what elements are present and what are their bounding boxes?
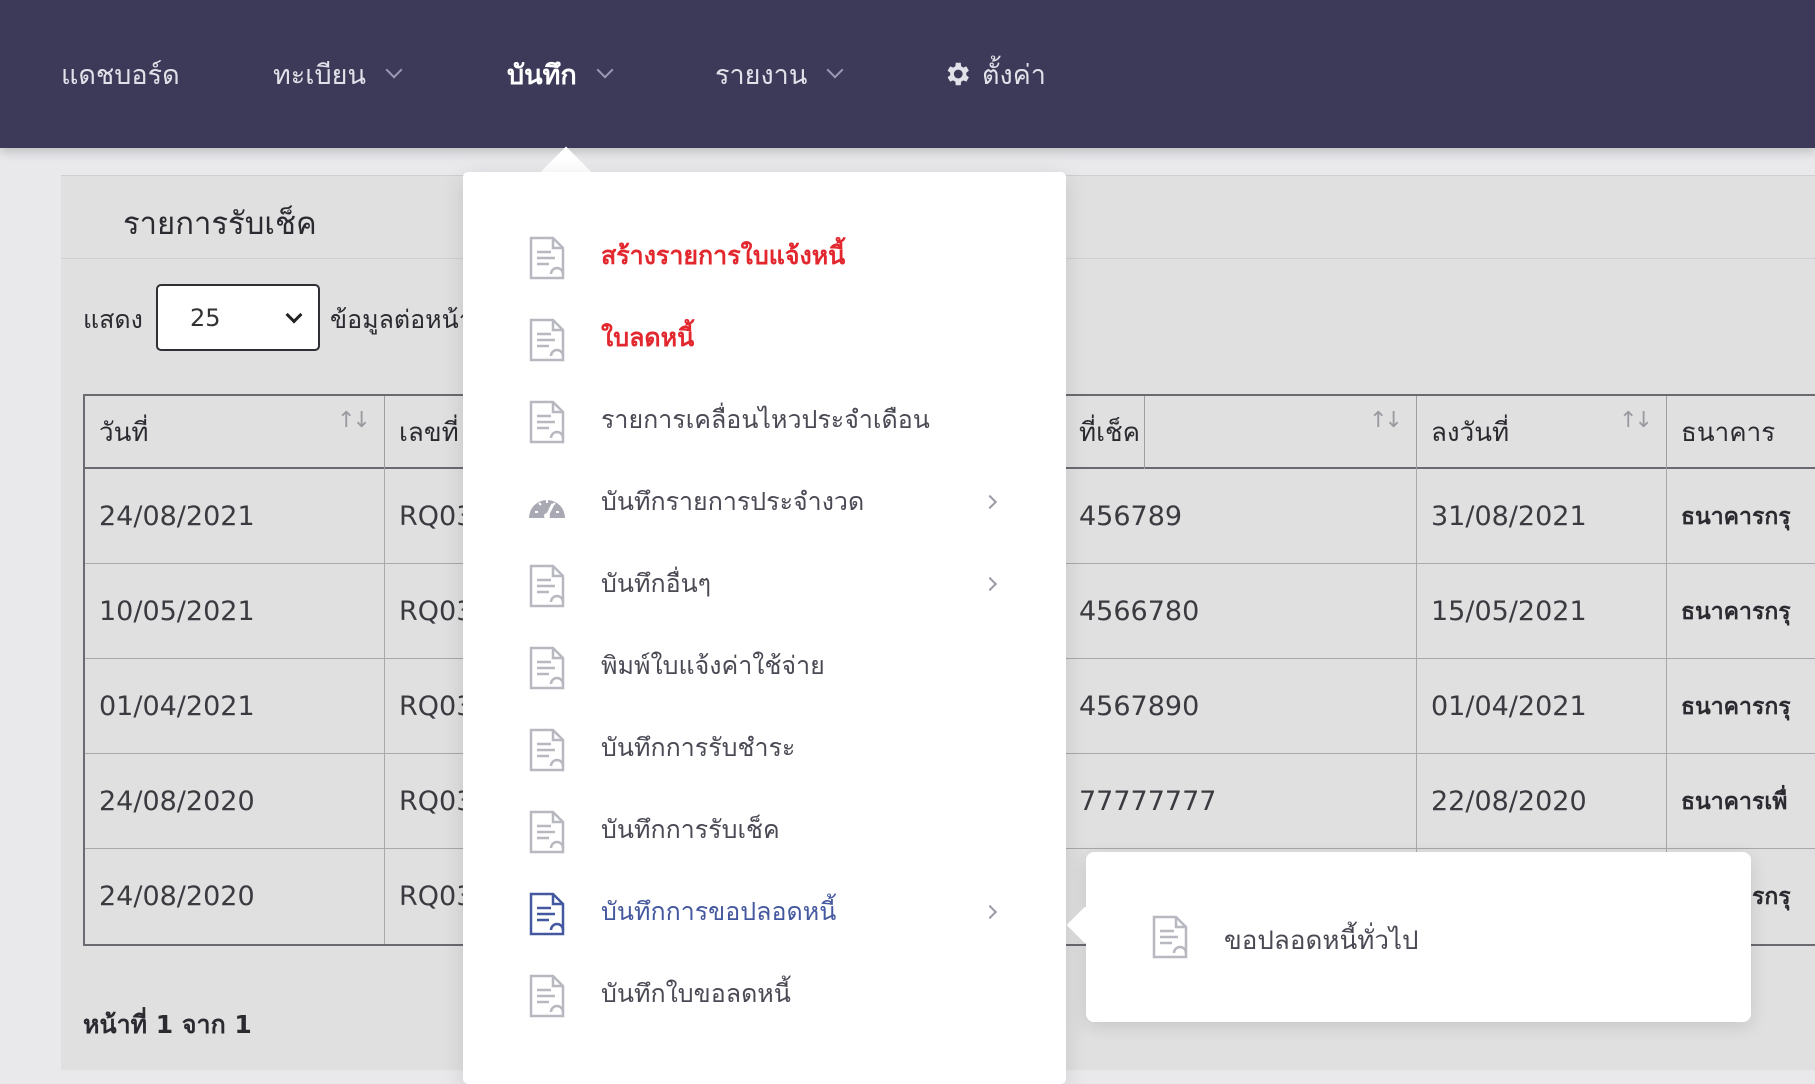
sort-icon: ↑↓ [1369, 408, 1403, 433]
cell-date: 24/08/2021 [85, 469, 385, 564]
column-header-label: วันที่ [99, 418, 149, 448]
chevron-down-icon [285, 306, 303, 324]
nav-reports-label: รายงาน [715, 59, 808, 91]
column-header-label: เลขที่ [399, 418, 459, 448]
gear-icon [947, 62, 969, 86]
column-header-due-date[interactable]: ลงวันที่ ↑↓ [1417, 396, 1667, 469]
document-icon [529, 646, 565, 690]
column-header-label: ธนาคาร [1681, 418, 1776, 448]
chevron-down-icon [826, 61, 844, 79]
submenu-item-label: ขอปลอดหนี้ทั่วไป [1224, 926, 1419, 956]
records-dropdown-menu: สร้างรายการใบแจ้งหนี้ใบลดหนี้รายการเคลื่… [463, 172, 1066, 1084]
sort-icon: ↑↓ [1619, 408, 1653, 433]
cell-due-date: 22/08/2020 [1417, 754, 1667, 849]
cell-cheque-number: 4566780 [1065, 564, 1417, 659]
chevron-down-icon [596, 61, 614, 79]
cell-date: 24/08/2020 [85, 754, 385, 849]
column-header-date[interactable]: วันที่ ↑↓ [85, 396, 385, 469]
menu-item-label: พิมพ์ใบแจ้งค่าใช้จ่าย [601, 651, 825, 680]
pagination-info: หน้าที่ 1 จาก 1 [83, 1010, 252, 1039]
nav-settings[interactable]: ตั้งค่า [942, 52, 1046, 96]
document-icon [529, 974, 565, 1018]
page-title: รายการรับเช็ค [123, 206, 317, 242]
menu-item-label: สร้างรายการใบแจ้งหนี้ [601, 241, 846, 270]
nav-records[interactable]: บันทึก [507, 52, 614, 96]
cell-due-date: 15/05/2021 [1417, 564, 1667, 659]
nav-settings-label: ตั้งค่า [982, 59, 1046, 91]
cell-cheque-number: 4567890 [1065, 659, 1417, 754]
cell-date: 10/05/2021 [85, 564, 385, 659]
nav-records-label: บันทึก [507, 59, 577, 91]
menu-item[interactable]: บันทึกใบขอลดหนี้ [463, 954, 1066, 1034]
column-header-cheque-number[interactable]: ที่เช็ค ↑↓ [1065, 396, 1417, 469]
document-icon [529, 564, 565, 608]
menu-item-label: บันทึกการรับเช็ค [601, 815, 780, 844]
document-icon [529, 400, 565, 444]
cell-bank: ธนาคารกรุ [1681, 503, 1791, 530]
chevron-right-icon [982, 576, 998, 592]
chevron-right-icon [982, 904, 998, 920]
cell-cheque-number: 456789 [1065, 469, 1417, 564]
menu-item-label: บันทึกรายการประจำงวด [601, 487, 865, 516]
nav-registry[interactable]: ทะเบียน [273, 52, 403, 96]
debt-clearance-submenu: ขอปลอดหนี้ทั่วไป [1086, 852, 1751, 1022]
menu-item-label: บันทึกการขอปลอดหนี้ [601, 897, 837, 926]
cell-date: 01/04/2021 [85, 659, 385, 754]
page-size-select[interactable]: 25 [156, 284, 320, 351]
cell-bank: ธนาคารกรุ [1681, 598, 1791, 625]
nav-dashboard-label: แดชบอร์ด [61, 59, 180, 91]
menu-item-label: บันทึกอื่นๆ [601, 569, 712, 598]
cell-bank: ธนาคารกรุ [1681, 693, 1791, 720]
document-icon [529, 318, 565, 362]
top-navbar: แดชบอร์ด ทะเบียน บันทึก รายงาน ตั้งค่า [0, 0, 1815, 148]
menu-item[interactable]: บันทึกการขอปลอดหนี้ [463, 872, 1066, 952]
show-label: แสดง [83, 305, 143, 334]
cell-due-date: 01/04/2021 [1417, 659, 1667, 754]
menu-item-label: รายการเคลื่อนไหวประจำเดือน [601, 405, 930, 434]
cell-cheque-number: 77777777 [1065, 754, 1417, 849]
cell-date: 24/08/2020 [85, 849, 385, 944]
nav-reports[interactable]: รายงาน [715, 52, 844, 96]
column-header-bank[interactable]: ธนาคาร [1667, 396, 1815, 469]
cell-bank: ธนาคารเพื่ [1681, 788, 1788, 815]
menu-item-label: ใบลดหนี้ [601, 323, 695, 352]
menu-item[interactable]: สร้างรายการใบแจ้งหนี้ [463, 216, 1066, 296]
column-header-label: ลงวันที่ [1431, 418, 1510, 448]
menu-item[interactable]: ใบลดหนี้ [463, 298, 1066, 378]
menu-item-label: บันทึกใบขอลดหนี้ [601, 979, 791, 1008]
sort-icon: ↑↓ [337, 408, 371, 433]
menu-item[interactable]: บันทึกการรับเช็ค [463, 790, 1066, 870]
nav-registry-label: ทะเบียน [273, 59, 366, 91]
menu-item[interactable]: บันทึกการรับชำระ [463, 708, 1066, 788]
menu-item[interactable]: บันทึกรายการประจำงวด [463, 462, 1066, 542]
document-icon [529, 236, 565, 280]
menu-item[interactable]: บันทึกอื่นๆ [463, 544, 1066, 624]
menu-item[interactable]: พิมพ์ใบแจ้งค่าใช้จ่าย [463, 626, 1066, 706]
chevron-down-icon [385, 61, 403, 79]
document-icon [529, 728, 565, 772]
gauge-icon [529, 500, 565, 519]
page-size-value: 25 [190, 303, 221, 332]
document-icon [529, 892, 565, 936]
menu-item-label: บันทึกการรับชำระ [601, 733, 796, 762]
document-icon [1152, 915, 1188, 959]
cell-due-date: 31/08/2021 [1417, 469, 1667, 564]
document-icon [529, 810, 565, 854]
menu-item[interactable]: รายการเคลื่อนไหวประจำเดือน [463, 380, 1066, 460]
per-page-label: ข้อมูลต่อหน้า [330, 305, 473, 334]
nav-dashboard[interactable]: แดชบอร์ด [61, 52, 180, 96]
column-header-label: ที่เช็ค [1079, 418, 1141, 448]
chevron-right-icon [982, 494, 998, 510]
